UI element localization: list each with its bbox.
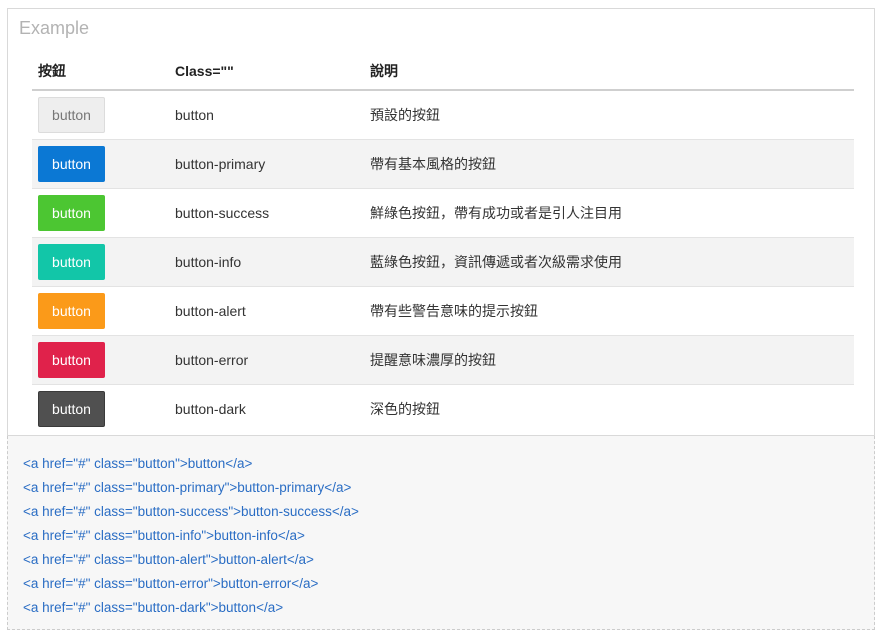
column-header-button: 按鈕 — [32, 53, 169, 91]
description-cell: 深色的按鈕 — [364, 384, 854, 433]
description-cell: 藍綠色按鈕，資訊傳遞或者次級需求使用 — [364, 237, 854, 287]
class-name-cell: button — [169, 89, 364, 140]
class-name-cell: button-error — [169, 335, 364, 385]
code-line: <a href="#" class="button-primary">butto… — [23, 480, 352, 495]
code-line: <a href="#" class="button-dark">button</… — [23, 600, 284, 615]
code-line: <a href="#" class="button">button</a> — [23, 456, 253, 471]
table-row: button button 預設的按鈕 — [32, 89, 854, 140]
button-info-sample[interactable]: button — [38, 244, 105, 280]
code-line: <a href="#" class="button-error">button-… — [23, 576, 319, 591]
description-cell: 帶有基本風格的按鈕 — [364, 139, 854, 189]
class-name-cell: button-dark — [169, 384, 364, 433]
table-row: button button-error 提醒意味濃厚的按鈕 — [32, 335, 854, 385]
table-header-row: 按鈕 Class="" 說明 — [32, 53, 854, 91]
button-default-sample[interactable]: button — [38, 97, 105, 133]
code-line: <a href="#" class="button-alert">button-… — [23, 552, 314, 567]
code-snippet-panel: <a href="#" class="button">button</a> <a… — [7, 436, 875, 630]
column-header-class: Class="" — [169, 53, 364, 91]
class-name-cell: button-success — [169, 188, 364, 238]
button-alert-sample[interactable]: button — [38, 293, 105, 329]
description-cell: 預設的按鈕 — [364, 89, 854, 140]
column-header-description: 說明 — [364, 53, 854, 91]
table-row: button button-primary 帶有基本風格的按鈕 — [32, 139, 854, 189]
table-row: button button-success 鮮綠色按鈕，帶有成功或者是引人注目用 — [32, 188, 854, 238]
code-line: <a href="#" class="button-success">butto… — [23, 504, 359, 519]
example-panel: Example 按鈕 Class="" 說明 button button 預設的… — [7, 8, 875, 436]
description-cell: 鮮綠色按鈕，帶有成功或者是引人注目用 — [364, 188, 854, 238]
button-dark-sample[interactable]: button — [38, 391, 105, 427]
button-class-table: 按鈕 Class="" 說明 button button 預設的按鈕 butto… — [32, 53, 854, 433]
button-primary-sample[interactable]: button — [38, 146, 105, 182]
button-error-sample[interactable]: button — [38, 342, 105, 378]
table-row: button button-dark 深色的按鈕 — [32, 384, 854, 433]
class-name-cell: button-info — [169, 237, 364, 287]
class-name-cell: button-alert — [169, 286, 364, 336]
code-line: <a href="#" class="button-info">button-i… — [23, 528, 305, 543]
button-success-sample[interactable]: button — [38, 195, 105, 231]
example-label: Example — [19, 18, 90, 38]
description-cell: 帶有些警告意味的提示按鈕 — [364, 286, 854, 336]
description-cell: 提醒意味濃厚的按鈕 — [364, 335, 854, 385]
table-row: button button-info 藍綠色按鈕，資訊傳遞或者次級需求使用 — [32, 237, 854, 287]
class-name-cell: button-primary — [169, 139, 364, 189]
table-row: button button-alert 帶有些警告意味的提示按鈕 — [32, 286, 854, 336]
